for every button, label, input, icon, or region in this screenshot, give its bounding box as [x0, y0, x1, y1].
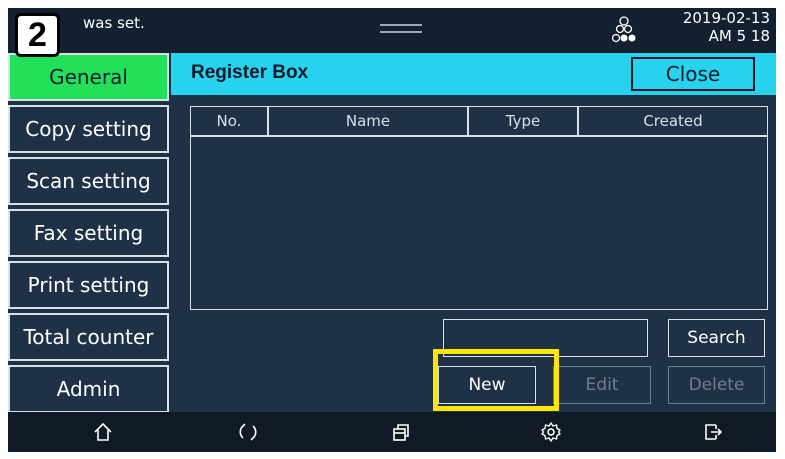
edit-button-label: Edit	[585, 375, 619, 395]
rotate-icon[interactable]	[232, 416, 264, 448]
table-header-row: No. Name Type Created	[191, 107, 767, 137]
exit-icon[interactable]	[697, 416, 729, 448]
column-header-no[interactable]: No.	[191, 107, 269, 135]
sidebar-item-scan-setting[interactable]: Scan setting	[8, 157, 169, 205]
step-number-badge: 2	[15, 13, 60, 57]
sidebar-item-print-setting[interactable]: Print setting	[8, 261, 169, 309]
column-header-created[interactable]: Created	[579, 107, 767, 135]
column-header-type[interactable]: Type	[469, 107, 579, 135]
header-bar: Register Box Close	[171, 53, 776, 95]
column-header-name[interactable]: Name	[269, 107, 469, 135]
edit-button[interactable]: Edit	[553, 366, 651, 404]
status-message: was set.	[83, 14, 145, 32]
close-button-label: Close	[665, 62, 721, 86]
sidebar-item-label: General	[49, 65, 128, 89]
drag-handle-icon[interactable]	[380, 24, 422, 33]
search-button[interactable]: Search	[668, 319, 765, 357]
status-date: 2019-02-13	[682, 9, 770, 27]
sidebar-item-label: Total counter	[23, 325, 154, 349]
new-button-highlight	[433, 349, 559, 411]
bottom-nav-bar	[8, 412, 776, 452]
device-screen: was set. 2019-02-13 AM 5 18 General Copy…	[8, 8, 776, 452]
copy-stack-icon[interactable]	[385, 416, 417, 448]
job-status-icon[interactable]	[612, 16, 636, 44]
sidebar-item-fax-setting[interactable]: Fax setting	[8, 209, 169, 257]
gear-icon[interactable]	[535, 416, 567, 448]
sidebar-item-label: Scan setting	[26, 169, 151, 193]
sidebar-item-label: Admin	[56, 377, 121, 401]
sidebar-item-admin[interactable]: Admin	[8, 365, 169, 413]
sidebar-item-label: Copy setting	[25, 117, 152, 141]
status-time: AM 5 18	[708, 27, 770, 45]
sidebar-item-copy-setting[interactable]: Copy setting	[8, 105, 169, 153]
status-bar: was set. 2019-02-13 AM 5 18	[8, 8, 776, 53]
sidebar-item-label: Fax setting	[33, 221, 144, 245]
sidebar-item-total-counter[interactable]: Total counter	[8, 313, 169, 361]
close-button[interactable]: Close	[631, 57, 755, 91]
delete-button[interactable]: Delete	[668, 366, 765, 404]
page-title: Register Box	[191, 62, 309, 83]
search-button-label: Search	[687, 328, 746, 348]
box-list-table[interactable]: No. Name Type Created	[190, 106, 768, 310]
sidebar-item-label: Print setting	[27, 273, 150, 297]
sidebar-item-general[interactable]: General	[8, 53, 169, 101]
home-icon[interactable]	[87, 416, 119, 448]
delete-button-label: Delete	[688, 375, 745, 395]
